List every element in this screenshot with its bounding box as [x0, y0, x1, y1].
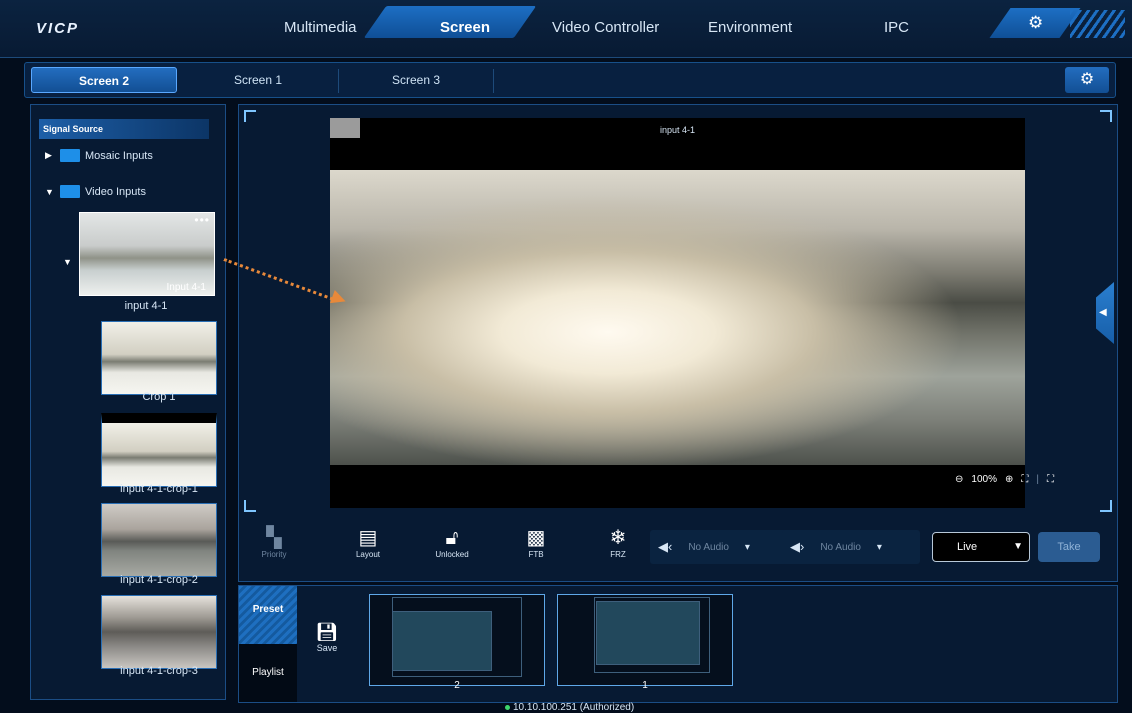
fit-screen-icon[interactable]: ⛶ — [1021, 474, 1028, 485]
source-thumbnail-input-4-1[interactable]: ••• Input 4-1 — [79, 212, 215, 296]
mode-select[interactable]: Live ▼ — [932, 532, 1030, 562]
zoom-out-icon[interactable]: ⊖ — [955, 474, 963, 485]
nav-video-controller[interactable]: Video Controller — [552, 19, 659, 36]
thumbnail-label: input 4-1-crop-3 — [120, 665, 198, 677]
tab-divider — [493, 69, 494, 93]
app-logo: VICP — [36, 20, 80, 37]
folder-icon — [60, 149, 80, 162]
lock-label: Unlocked — [435, 550, 469, 559]
thumbnail-label: Crop 1 — [142, 391, 176, 403]
zoom-level: 100% — [971, 474, 997, 485]
save-preset-button[interactable]: 💾︎ Save — [312, 622, 342, 653]
audio-input-value: No Audio — [688, 541, 729, 553]
ftb-button[interactable]: ▩ FTB — [506, 526, 566, 559]
freeze-label: FRZ — [610, 550, 626, 559]
layer-title: input 4-1 — [659, 125, 696, 135]
preset-panel: Preset Playlist 💾︎ Save 2 1 — [238, 585, 1118, 703]
expand-arrow-icon[interactable]: ▶ — [45, 150, 55, 161]
preset-number: 2 — [454, 680, 460, 691]
nav-multimedia[interactable]: Multimedia — [284, 19, 357, 36]
thumbnail-label: input 4-1-crop-1 — [120, 483, 198, 495]
folder-icon — [60, 185, 80, 198]
top-nav-bar: VICP Multimedia Screen Video Controller … — [0, 0, 1132, 58]
ftb-label: FTB — [528, 550, 544, 559]
layout-icon: ▤ — [358, 527, 378, 549]
source-thumbnail-input-4-1-crop-2[interactable] — [101, 503, 217, 577]
canvas-corner-marker — [244, 110, 256, 122]
tree-item-video-inputs[interactable]: ▼ Video Inputs — [45, 185, 146, 198]
unlock-icon: 🔓︎ — [445, 527, 459, 549]
zoom-in-icon[interactable]: ⊕ — [1005, 474, 1013, 485]
tab-screen-1[interactable]: Screen 1 — [193, 63, 323, 97]
snowflake-icon: ❄ — [609, 527, 627, 549]
tree-item-label: Mosaic Inputs — [85, 149, 153, 162]
speaker-out-icon: ◀› — [790, 539, 805, 554]
tab-preset[interactable]: Preset — [239, 586, 297, 644]
video-preview-image — [330, 170, 1025, 465]
layer-window-input-4-1[interactable]: input 4-1 — [330, 118, 1025, 508]
preset-number: 1 — [642, 680, 648, 691]
canvas-corner-marker — [1100, 500, 1112, 512]
tab-playlist[interactable]: Playlist — [239, 644, 297, 702]
mode-value: Live — [957, 541, 978, 553]
save-label: Save — [316, 643, 338, 653]
freeze-button[interactable]: ❄ FRZ — [588, 526, 648, 559]
priority-icon: ▚ — [266, 527, 282, 549]
layout-button[interactable]: ▤ Layout — [338, 526, 398, 559]
signal-source-header: Signal Source — [39, 119, 209, 139]
status-dot-icon — [505, 705, 510, 710]
canvas-corner-marker — [1100, 110, 1112, 122]
priority-label: Priority — [261, 550, 287, 559]
tree-item-label: Video Inputs — [85, 185, 146, 198]
audio-output-select[interactable]: ◀› No Audio ▾ — [782, 530, 920, 564]
collapse-arrow-icon[interactable]: ▼ — [45, 187, 55, 197]
screen-settings-button[interactable]: ⚙ — [1065, 67, 1109, 93]
priority-button[interactable]: ▚ Priority — [244, 526, 304, 559]
preset-layer-preview — [596, 601, 700, 665]
thumbnail-label: input 4-1-crop-2 — [120, 574, 198, 586]
chevron-down-icon: ▾ — [876, 541, 882, 553]
connection-status: 10.10.100.251 (Authorized) — [505, 702, 634, 713]
more-options-icon[interactable]: ••• — [194, 213, 210, 227]
layer-toolbar: ▚ Priority ▤ Layout 🔓︎ Unlocked ▩ FTB ❄ … — [244, 520, 1112, 572]
tab-screen-3[interactable]: Screen 3 — [339, 63, 493, 97]
collapse-arrow-icon[interactable]: ▼ — [63, 257, 73, 267]
audio-output-value: No Audio — [820, 541, 861, 553]
preset-card-1[interactable] — [557, 594, 733, 686]
save-icon: 💾︎ — [315, 622, 339, 642]
ftb-icon: ▩ — [526, 527, 546, 549]
signal-source-panel: Signal Source ▶ Mosaic Inputs ▼ Video In… — [30, 104, 226, 700]
thumbnail-overlay-label: Input 4-1 — [166, 282, 206, 293]
source-thumbnail-input-4-1-crop-3[interactable] — [101, 595, 217, 669]
fullscreen-icon[interactable]: ⛶ — [1047, 474, 1054, 485]
preset-layer-preview — [392, 611, 492, 671]
screen-tab-bar: Screen 2 Screen 1 Screen 3 ⚙ — [24, 62, 1116, 98]
decorative-stripes — [1070, 10, 1125, 38]
gear-icon: ⚙ — [1079, 71, 1095, 88]
tree-item-mosaic-inputs[interactable]: ▶ Mosaic Inputs — [45, 149, 153, 162]
thumbnail-label: input 4-1 — [124, 300, 168, 312]
chevron-down-icon: ▼ — [1013, 541, 1023, 552]
canvas-corner-marker — [244, 500, 256, 512]
source-thumbnail-input-4-1-crop-1[interactable] — [101, 413, 217, 487]
take-button[interactable]: Take — [1038, 532, 1100, 562]
nav-ipc[interactable]: IPC — [884, 19, 909, 36]
speaker-in-icon: ◀‹ — [658, 539, 673, 554]
chevron-down-icon: ▾ — [744, 541, 750, 553]
tab-screen-2[interactable]: Screen 2 — [31, 67, 177, 93]
gear-icon[interactable]: ⚙ — [1028, 13, 1043, 33]
status-text: 10.10.100.251 (Authorized) — [513, 702, 635, 713]
source-thumbnail-crop-1[interactable] — [101, 321, 217, 395]
zoom-controls: ⊖ 100% ⊕ ⛶ | ⛶ — [955, 474, 1054, 485]
divider: | — [1036, 474, 1039, 485]
nav-screen[interactable]: Screen — [440, 19, 490, 36]
nav-environment[interactable]: Environment — [708, 19, 792, 36]
preset-card-2[interactable] — [369, 594, 545, 686]
lock-button[interactable]: 🔓︎ Unlocked — [422, 526, 482, 559]
audio-input-select[interactable]: ◀‹ No Audio ▾ — [650, 530, 788, 564]
layout-label: Layout — [355, 550, 381, 559]
